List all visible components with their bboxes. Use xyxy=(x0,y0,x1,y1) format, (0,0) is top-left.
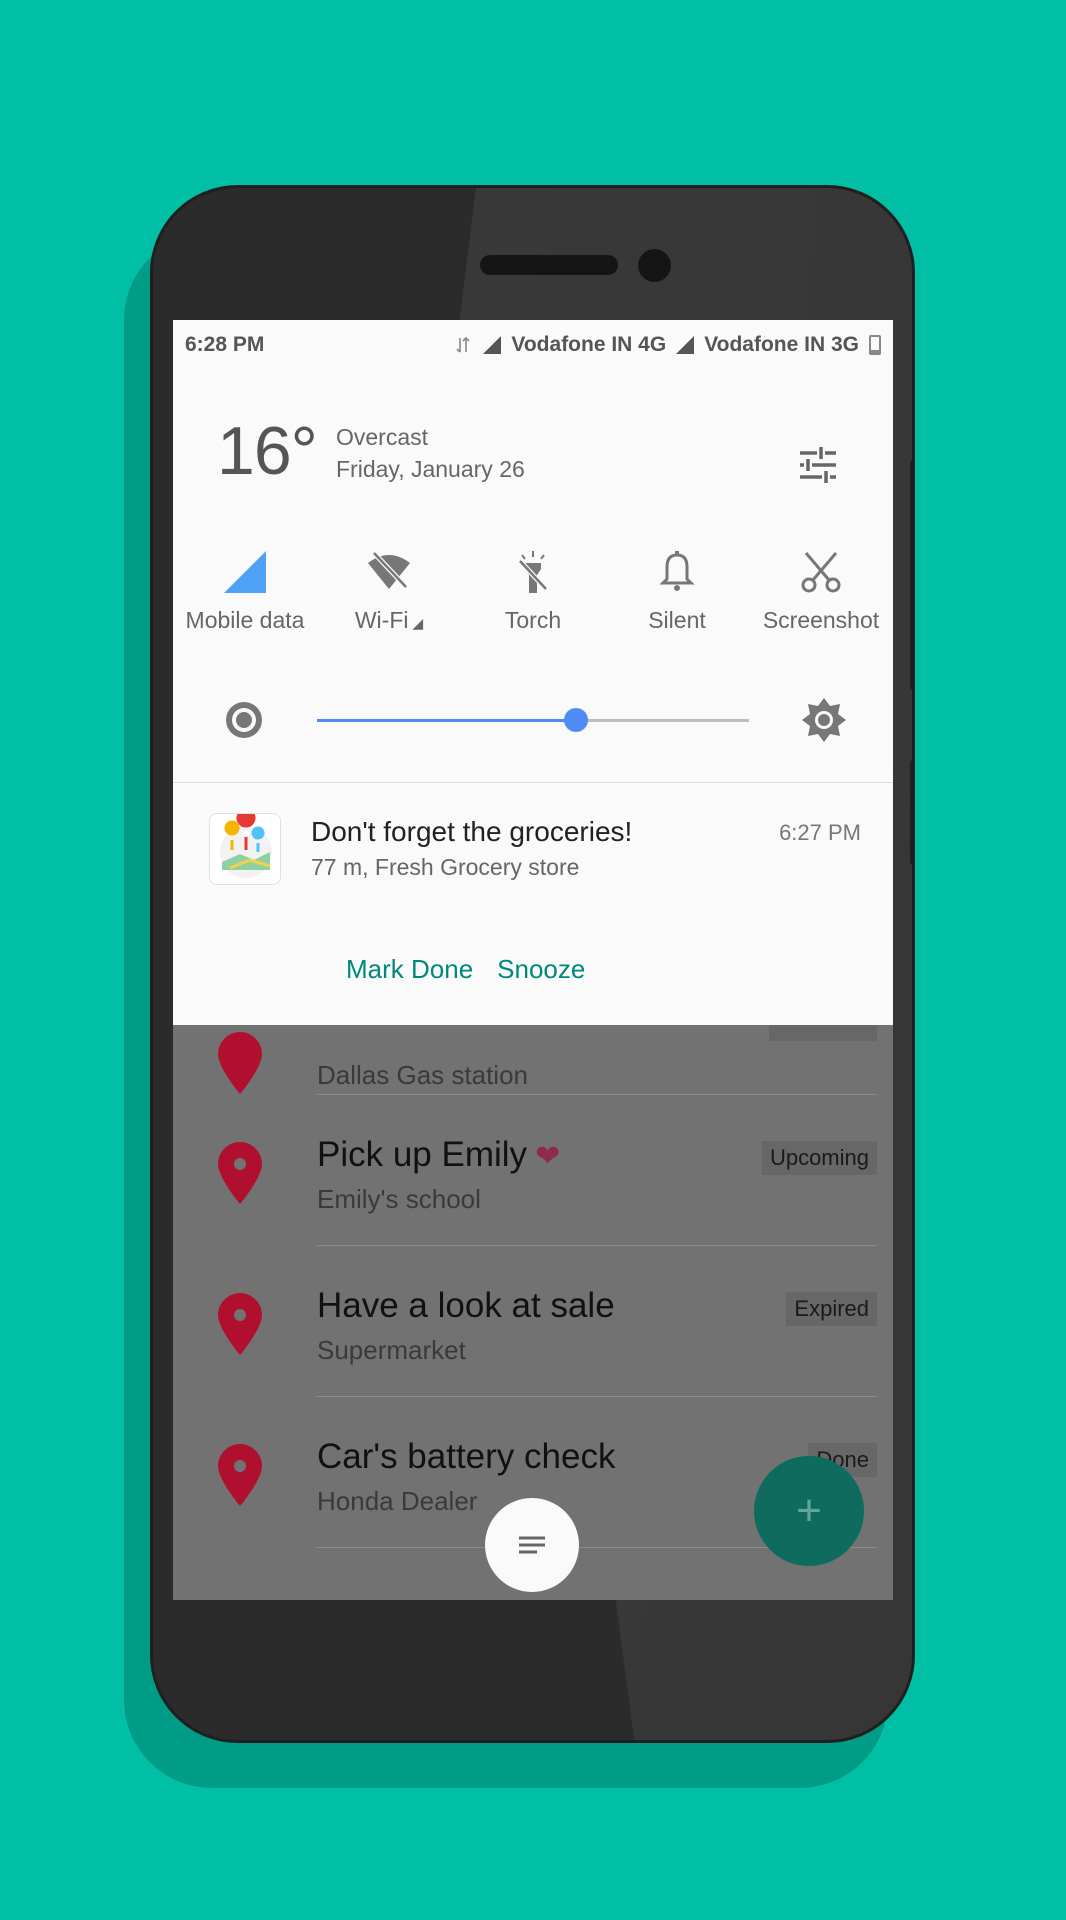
settings-tune-icon[interactable] xyxy=(798,445,838,485)
status-time: 6:28 PM xyxy=(185,333,265,356)
reminder-place: Emily's school xyxy=(317,1184,481,1214)
notification-title[interactable]: Don't forget the groceries! xyxy=(311,816,632,848)
temperature: 16° xyxy=(217,413,318,489)
brightness-fill xyxy=(317,719,577,722)
status-bar: 6:28 PM Vodafone IN 4G Vodafone IN 3G xyxy=(173,320,893,370)
brightness-slider[interactable] xyxy=(317,708,749,732)
heart-icon: ❤ xyxy=(535,1140,561,1173)
carrier-2: Vodafone IN 3G xyxy=(704,333,859,356)
tile-label: Torch xyxy=(504,607,562,633)
scissors-icon xyxy=(801,552,841,593)
screen: 6:28 PM Vodafone IN 4G Vodafone IN 3G 16… xyxy=(173,320,893,1600)
notification-actions: Mark Done Snooze xyxy=(346,954,585,985)
tile-label: Wi-Fi ◢ xyxy=(354,607,424,633)
tile-wifi[interactable]: Wi-Fi ◢ xyxy=(317,545,461,634)
reminder-place: Supermarket xyxy=(317,1335,466,1365)
quick-settings-tiles: Mobile data Wi-Fi ◢ Torch Silent Screens… xyxy=(173,545,893,634)
notification-time: 6:27 PM xyxy=(779,820,861,845)
torch-off-icon xyxy=(518,551,548,593)
tile-label: Silent xyxy=(648,607,706,633)
location-pin-icon xyxy=(218,1032,262,1094)
divider xyxy=(173,782,893,783)
phone-speaker xyxy=(480,255,618,275)
bell-icon xyxy=(659,551,695,591)
carrier-1: Vodafone IN 4G xyxy=(511,333,667,356)
brightness-row xyxy=(173,690,893,750)
signal-icon xyxy=(676,336,695,354)
list-item[interactable]: Have a look at sale Supermarket Expired xyxy=(173,1246,893,1397)
add-reminder-fab[interactable]: + xyxy=(754,1456,864,1566)
power-button xyxy=(910,760,912,865)
current-date: Friday, January 26 xyxy=(336,456,525,482)
brightness-icon xyxy=(802,698,846,742)
sort-icon xyxy=(519,1536,545,1554)
location-pin-icon xyxy=(218,1293,262,1355)
status-badge: Expired xyxy=(786,1292,877,1326)
reminder-place: Dallas Gas station xyxy=(317,1060,528,1090)
maps-app-icon xyxy=(209,808,281,885)
reminder-title: Car's battery check xyxy=(317,1437,616,1476)
list-item[interactable]: Dallas Gas station xyxy=(173,1025,893,1095)
tile-label: Mobile data xyxy=(185,607,305,633)
tile-silent[interactable]: Silent xyxy=(605,545,749,634)
phone-camera xyxy=(638,249,671,282)
status-badge: Upcoming xyxy=(761,1141,877,1175)
reminder-title: Pick up Emily ❤ xyxy=(317,1135,561,1174)
mark-done-button[interactable]: Mark Done xyxy=(346,954,473,985)
reminder-title: Have a look at sale xyxy=(317,1286,615,1325)
snooze-button[interactable]: Snooze xyxy=(497,954,585,985)
reminder-place: Honda Dealer xyxy=(317,1486,478,1516)
location-pin-icon xyxy=(218,1444,262,1506)
tile-label: Screenshot xyxy=(762,607,880,633)
auto-brightness-icon[interactable] xyxy=(223,699,265,741)
mobile-data-icon xyxy=(224,551,266,593)
plus-icon: + xyxy=(796,1486,822,1535)
tile-screenshot[interactable]: Screenshot xyxy=(749,545,893,634)
battery-icon xyxy=(869,335,881,355)
volume-button xyxy=(910,460,912,690)
notification-subtitle: 77 m, Fresh Grocery store xyxy=(311,854,580,880)
status-badge xyxy=(769,1025,877,1041)
tile-mobile-data[interactable]: Mobile data xyxy=(173,545,317,634)
signal-icon xyxy=(483,336,502,354)
weather-condition: Overcast xyxy=(336,424,429,450)
wifi-off-icon xyxy=(368,551,410,589)
location-pin-icon xyxy=(218,1142,262,1204)
data-activity-icon xyxy=(456,336,470,353)
brightness-thumb[interactable] xyxy=(564,708,589,732)
list-item[interactable]: Pick up Emily ❤ Emily's school Upcoming xyxy=(173,1095,893,1246)
menu-fab[interactable] xyxy=(485,1498,579,1592)
tile-torch[interactable]: Torch xyxy=(461,545,605,634)
reminders-list: Dallas Gas station Pick up Emily ❤ Emily'… xyxy=(173,1025,893,1600)
